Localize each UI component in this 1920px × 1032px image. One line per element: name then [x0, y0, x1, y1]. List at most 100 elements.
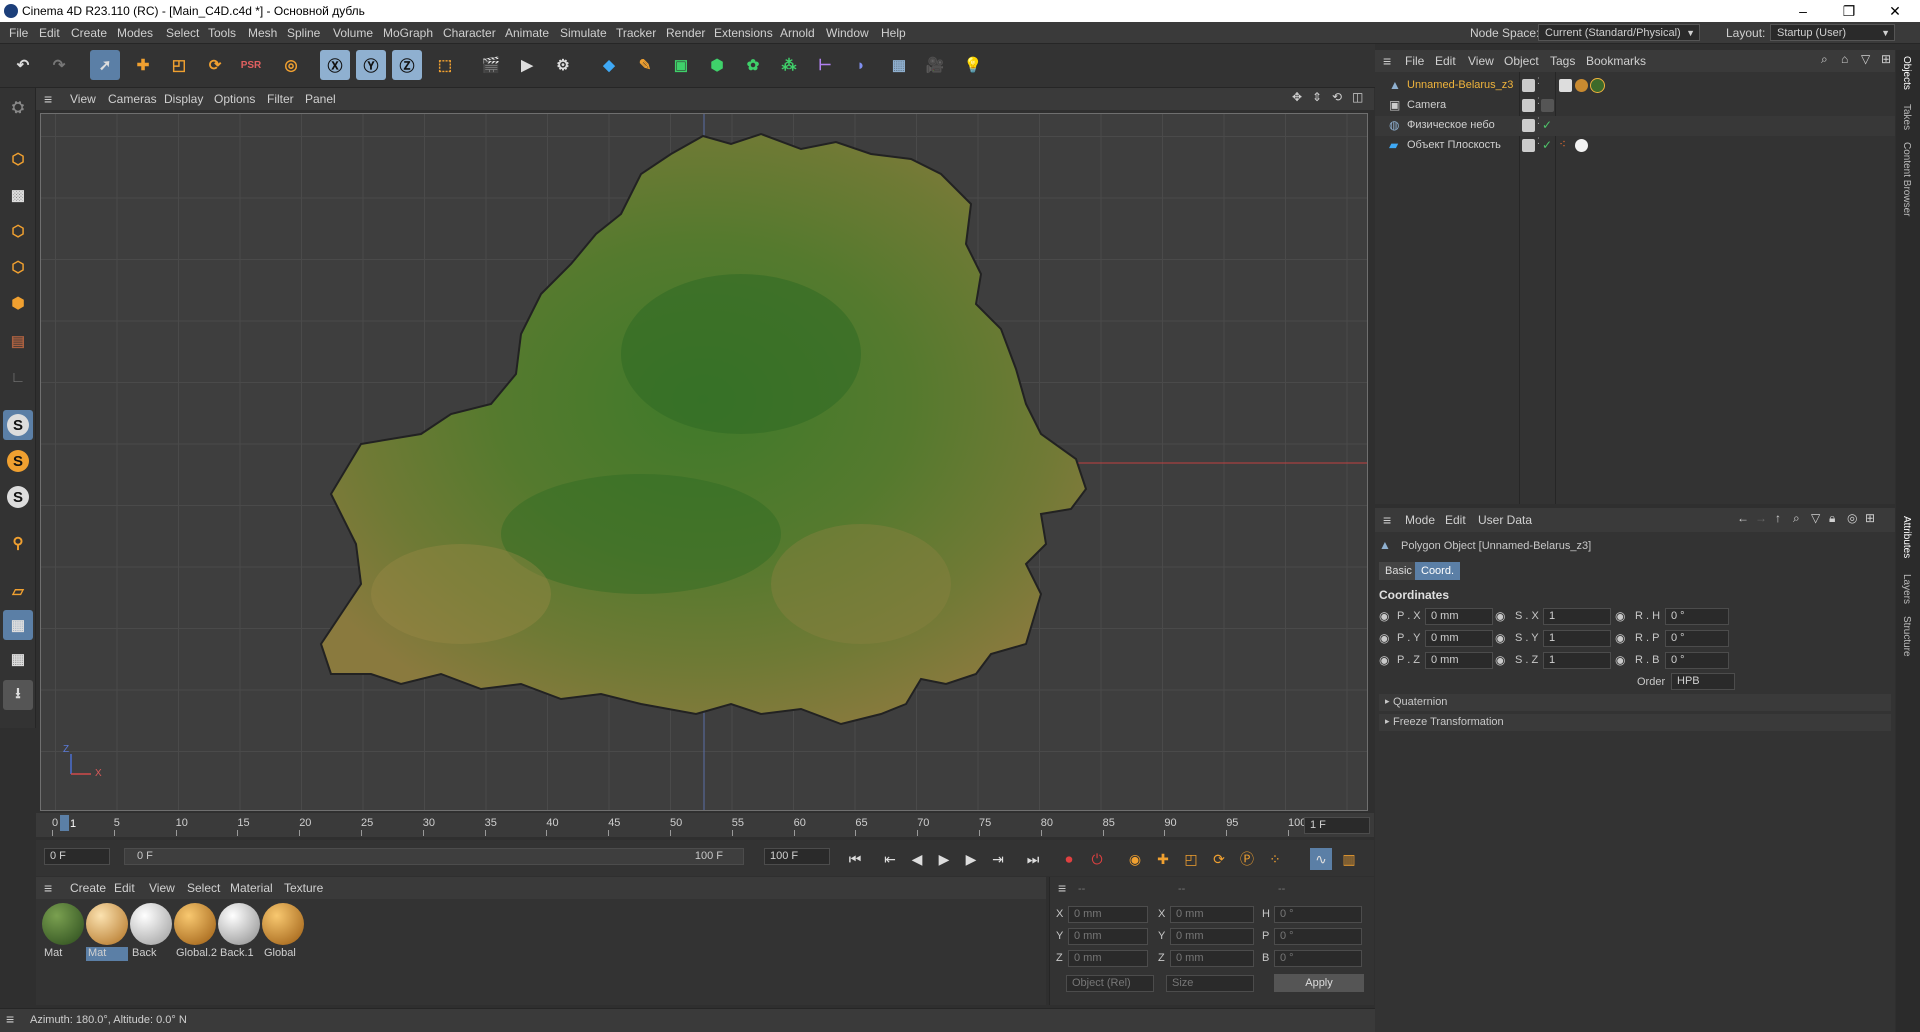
lock-workplane-icon[interactable]: ⚲ — [3, 528, 33, 558]
render-view-icon[interactable]: ▶ — [512, 50, 542, 80]
menu-animate[interactable]: Animate — [505, 26, 549, 40]
object-row[interactable]: ▣ Camera ⁚ — [1375, 96, 1895, 116]
enabled-check-icon[interactable]: ✓ — [1542, 138, 1552, 152]
material-menu-create[interactable]: Create — [70, 881, 106, 895]
model-mode-icon[interactable]: ⬡ — [3, 144, 33, 174]
coord-size-y[interactable]: 0 mm — [1170, 928, 1254, 945]
object-menu-bookmarks[interactable]: Bookmarks — [1586, 54, 1646, 68]
menu-volume[interactable]: Volume — [333, 26, 373, 40]
interpolation-icon[interactable]: ∿ — [1310, 848, 1332, 870]
timeline-ruler[interactable]: 0 5 10 15 20 25 30 35 40 45 50 55 60 65 70 75 80 85 90 95 10… — [36, 813, 1374, 837]
menu-modes[interactable]: Modes — [117, 26, 153, 40]
tab-basic[interactable]: Basic — [1379, 562, 1418, 580]
object-row[interactable]: ◍ Физическое небо ⁚ ✓ — [1375, 116, 1895, 136]
side-tab-structure[interactable]: Structure — [1901, 616, 1912, 657]
coord-position-z[interactable]: 0 mm — [1068, 950, 1148, 967]
object-menu-tags[interactable]: Tags — [1550, 54, 1575, 68]
render-settings-icon[interactable]: ⚙ — [548, 50, 578, 80]
uv-mode-icon[interactable]: ▤ — [3, 326, 33, 356]
attribute-menu-user-data[interactable]: User Data — [1478, 513, 1532, 527]
material-menu-view[interactable]: View — [149, 881, 175, 895]
start-frame-field[interactable]: 0 F — [44, 848, 110, 865]
material-swatch[interactable]: Back.1 — [218, 903, 260, 961]
coord-size-x[interactable]: 0 mm — [1170, 906, 1254, 923]
hamburger-icon[interactable]: ≡ — [44, 880, 52, 896]
enabled-check-icon[interactable]: ✓ — [1542, 118, 1552, 132]
play-icon[interactable]: ▶ — [933, 848, 955, 870]
coord-position-y[interactable]: 0 mm — [1068, 928, 1148, 945]
keyframe-selection-icon[interactable]: ◉ — [1124, 848, 1146, 870]
current-frame-marker[interactable] — [60, 815, 69, 831]
rotation-p-field[interactable]: 0 ° — [1665, 630, 1729, 647]
search-icon[interactable]: ⌕ — [1793, 511, 1800, 526]
radio-icon[interactable]: ◉ — [1379, 631, 1389, 645]
key-parameter-icon[interactable]: Ⓟ — [1236, 848, 1258, 870]
cloner-icon[interactable]: ✿ — [738, 50, 768, 80]
material-swatch[interactable]: Mat — [42, 903, 84, 961]
psr-tool-icon[interactable]: PSR — [236, 50, 266, 80]
z-axis-lock-icon[interactable]: Ⓩ — [392, 50, 422, 80]
record-keys-icon[interactable]: ⏺ — [1058, 848, 1080, 870]
layout-select[interactable]: Startup (User) ▼ — [1770, 24, 1895, 41]
coord-size-z[interactable]: 0 mm — [1170, 950, 1254, 967]
rotation-h-field[interactable]: 0 ° — [1665, 608, 1729, 625]
move-tool-icon[interactable]: ✚ — [128, 50, 158, 80]
viewport-menu-options[interactable]: Options — [214, 92, 255, 106]
visibility-toggle-icon[interactable] — [1522, 139, 1535, 152]
tab-coord[interactable]: Coord. — [1415, 562, 1461, 580]
render-dots-icon[interactable]: ⁚ — [1537, 116, 1540, 127]
coord-rotation-b[interactable]: 0 ° — [1274, 950, 1362, 967]
coord-mode-select[interactable]: Object (Rel) — [1066, 975, 1154, 992]
menu-help[interactable]: Help — [881, 26, 906, 40]
visibility-toggle-icon[interactable] — [1522, 99, 1535, 112]
menu-extensions[interactable]: Extensions — [714, 26, 773, 40]
planar-workplane-icon[interactable]: ▦ — [3, 610, 33, 640]
timeline-window-icon[interactable]: ▥ — [1338, 848, 1360, 870]
radio-icon[interactable]: ◉ — [1495, 631, 1505, 645]
side-tab-takes[interactable]: Takes — [1901, 104, 1912, 130]
position-x-field[interactable]: 0 mm — [1425, 608, 1493, 625]
key-scale-icon[interactable]: ◰ — [1180, 848, 1202, 870]
maximize-view-icon[interactable]: ◫ — [1352, 90, 1363, 104]
next-frame-icon[interactable]: ▶ — [960, 848, 982, 870]
viewport-menu-display[interactable]: Display — [164, 92, 203, 106]
side-tab-layers[interactable]: Layers — [1901, 574, 1912, 604]
lock-icon[interactable]: 🔒︎ — [1829, 511, 1835, 526]
back-arrow-icon[interactable]: ← — [1737, 511, 1749, 525]
material-tag-icon[interactable] — [1590, 78, 1605, 93]
viewport-menu-view[interactable]: View — [70, 92, 96, 106]
menu-create[interactable]: Create — [71, 26, 107, 40]
coord-size-select[interactable]: Size — [1166, 975, 1254, 992]
dolly-view-icon[interactable]: ⇕ — [1312, 90, 1322, 104]
viewport-menu-cameras[interactable]: Cameras — [108, 92, 157, 106]
coord-rotation-p[interactable]: 0 ° — [1274, 928, 1362, 945]
scale-z-field[interactable]: 1 — [1543, 652, 1611, 669]
camera-icon[interactable]: 🎥 — [920, 50, 950, 80]
redo-icon[interactable]: ↷ — [44, 50, 74, 80]
material-tag-icon[interactable] — [1575, 79, 1588, 92]
render-dots-icon[interactable]: ⁚ — [1537, 76, 1540, 87]
cube-object-icon[interactable]: ◆ — [594, 50, 624, 80]
position-z-field[interactable]: 0 mm — [1425, 652, 1493, 669]
pen-spline-icon[interactable]: ✎ — [630, 50, 660, 80]
field-icon[interactable]: ◗ — [846, 50, 876, 80]
quaternion-section[interactable]: ▸ Quaternion — [1379, 694, 1891, 711]
menu-file[interactable]: File — [9, 26, 28, 40]
object-row[interactable]: ▲ Unnamed-Belarus_z3 ⁚ — [1375, 76, 1895, 96]
render-dots-icon[interactable]: ⁚ — [1537, 96, 1540, 107]
viewport-menu-panel[interactable]: Panel — [305, 92, 336, 106]
end-frame-field[interactable]: 100 F — [764, 848, 830, 865]
material-swatch[interactable]: Global.2 — [174, 903, 217, 961]
3d-viewport[interactable]: Z X — [40, 113, 1368, 811]
go-to-end-icon[interactable]: ⏭ — [1022, 848, 1044, 870]
visibility-toggle-icon[interactable] — [1522, 119, 1535, 132]
edges-mode-icon[interactable]: ⬡ — [3, 252, 33, 282]
menu-mograph[interactable]: MoGraph — [383, 26, 433, 40]
preview-range-slider[interactable]: 0 F 100 F — [124, 848, 744, 865]
hamburger-icon[interactable]: ≡ — [44, 91, 52, 107]
autokey-icon[interactable]: ⏻ — [1086, 848, 1108, 870]
texture-mode-icon[interactable]: ▩ — [3, 180, 33, 210]
material-menu-select[interactable]: Select — [187, 881, 220, 895]
radio-icon[interactable]: ◉ — [1615, 653, 1625, 667]
new-panel-icon[interactable]: ⊞ — [1881, 52, 1891, 66]
